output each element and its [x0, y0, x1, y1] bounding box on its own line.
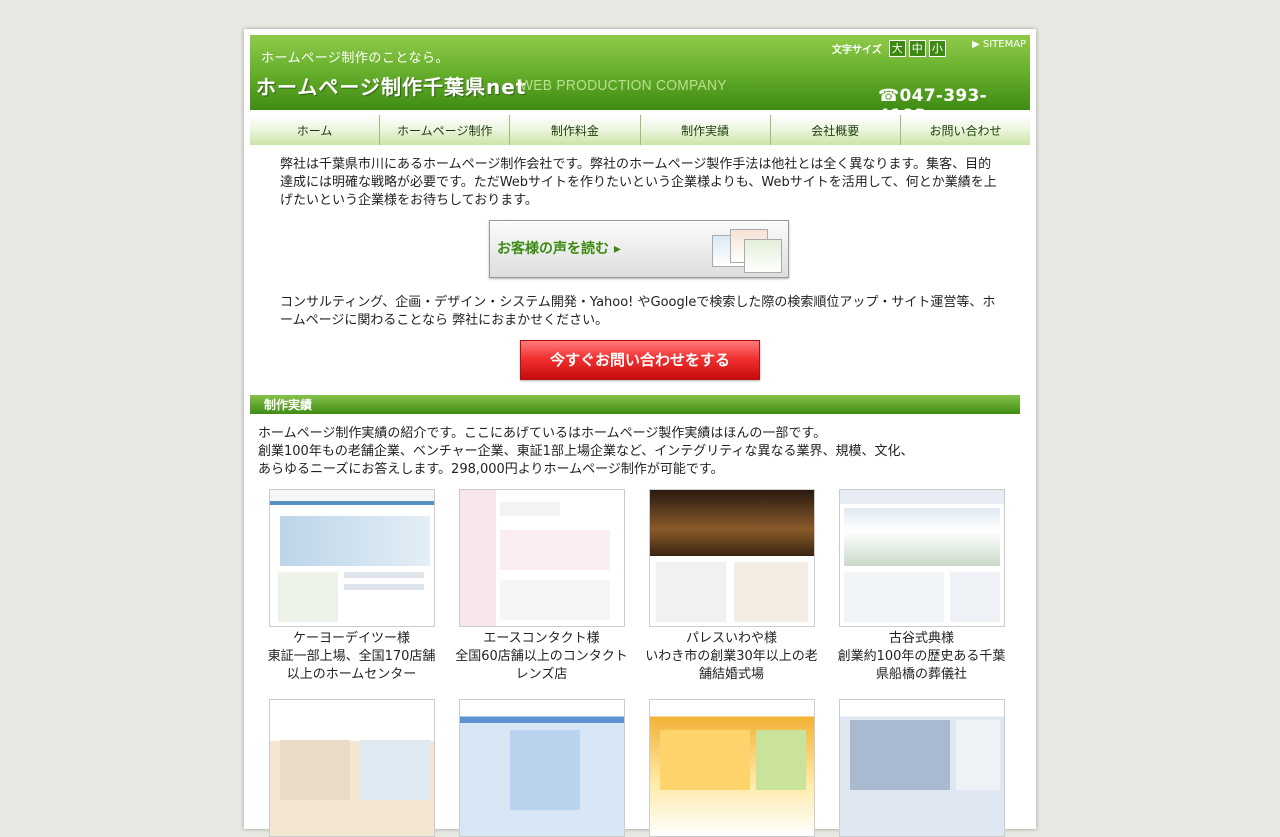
font-size-large-button[interactable]: 大 [888, 40, 906, 57]
site-logo[interactable]: ホームページ制作千葉県net [256, 71, 526, 100]
work-item[interactable] [644, 699, 819, 837]
font-size-small-button[interactable]: 小 [928, 40, 946, 57]
nav-item-home[interactable]: ホーム [250, 115, 381, 145]
work-thumbnail-image [458, 699, 625, 837]
nav-item-pricing[interactable]: 制作料金 [510, 115, 641, 145]
nav-item-contact[interactable]: お問い合わせ [900, 115, 1031, 145]
work-item-furuya[interactable]: 古谷式典様 創業約100年の歴史ある千葉県船橋の葬儀社 [834, 489, 1009, 684]
customer-voice-button[interactable]: お客様の声を読む ▸ [489, 220, 789, 278]
company-name-en: WEB PRODUCTION COMPANY [520, 77, 727, 94]
work-desc: 東証一部上場、全国170店舗以上のホームセンター [267, 649, 436, 682]
work-thumbnail-image [268, 699, 435, 837]
work-thumbnail-image [268, 489, 435, 627]
nav-item-company[interactable]: 会社概要 [770, 115, 901, 145]
consulting-text: コンサルティング、企画・デザイン・システム開発・Yahoo! やGoogleで検… [280, 295, 996, 328]
work-item[interactable] [454, 699, 629, 837]
works-intro-line: ホームページ制作実績の紹介です。ここにあげているはホームページ製作実績はほんの一… [258, 426, 827, 441]
nav-item-web-production[interactable]: ホームページ制作 [380, 115, 511, 145]
works-intro-line: 創業100年もの老舗企業、ベンチャー企業、東証1部上場企業など、インテグリティな… [258, 444, 914, 459]
work-thumbnail-image [648, 489, 815, 627]
work-item-keiyo[interactable]: ケーヨーデイツー様 東証一部上場、全国170店舗以上のホームセンター [264, 489, 439, 684]
work-item[interactable] [264, 699, 439, 837]
work-item-palace-iwaya[interactable]: パレスいわや様 いわき市の創業30年以上の老舗結婚式場 [644, 489, 819, 684]
sitemap-link[interactable]: ▶ SITEMAP [972, 39, 1026, 50]
page-container: ホームページ制作のことなら。 ホームページ制作千葉県net WEB PRODUC… [244, 29, 1036, 837]
intro-text: 弊社は千葉県市川にあるホームページ制作会社です。弊社のホームページ製作手法は他社… [280, 157, 997, 208]
work-name: ケーヨーデイツー様 [292, 631, 410, 646]
work-thumbnail-image [648, 699, 815, 837]
work-name: 古谷式典様 [888, 631, 954, 646]
works-section-title: 制作実績 [250, 395, 1020, 414]
work-thumbnail-image [838, 699, 1005, 837]
voice-thumbnails-image [712, 229, 782, 273]
work-item[interactable] [834, 699, 1009, 837]
contact-now-button[interactable]: 今すぐお問い合わせをする [520, 340, 760, 380]
work-thumbnail-image [458, 489, 625, 627]
site-header: ホームページ制作のことなら。 ホームページ制作千葉県net WEB PRODUC… [250, 35, 1030, 110]
work-desc: 創業約100年の歴史ある千葉県船橋の葬儀社 [837, 649, 1006, 682]
work-name: パレスいわや様 [685, 631, 777, 646]
nav-item-works[interactable]: 制作実績 [640, 115, 771, 145]
work-item-ace-contact[interactable]: エースコンタクト様 全国60店舗以上のコンタクトレンズ店 [454, 489, 629, 684]
work-name: エースコンタクト様 [483, 631, 600, 646]
font-size-switcher: 文字サイズ 大 中 小 [832, 40, 946, 57]
phone-number: ☎047-393-4193 [878, 86, 987, 110]
work-desc: 全国60店舗以上のコンタクトレンズ店 [455, 649, 628, 682]
header-tagline: ホームページ制作のことなら。 [261, 51, 449, 66]
font-size-medium-button[interactable]: 中 [908, 40, 926, 57]
work-thumbnail-image [838, 489, 1005, 627]
font-size-label: 文字サイズ [832, 45, 882, 56]
customer-voice-label: お客様の声を読む ▸ [497, 241, 621, 257]
main-nav: ホーム ホームページ制作 制作料金 制作実績 会社概要 お問い合わせ [250, 115, 1031, 145]
works-intro: ホームページ制作実績の紹介です。ここにあげているはホームページ製作実績はほんの一… [258, 425, 998, 479]
work-desc: いわき市の創業30年以上の老舗結婚式場 [645, 649, 818, 682]
works-intro-line: あらゆるニーズにお答えします。298,000円よりホームページ制作が可能です。 [258, 462, 724, 477]
